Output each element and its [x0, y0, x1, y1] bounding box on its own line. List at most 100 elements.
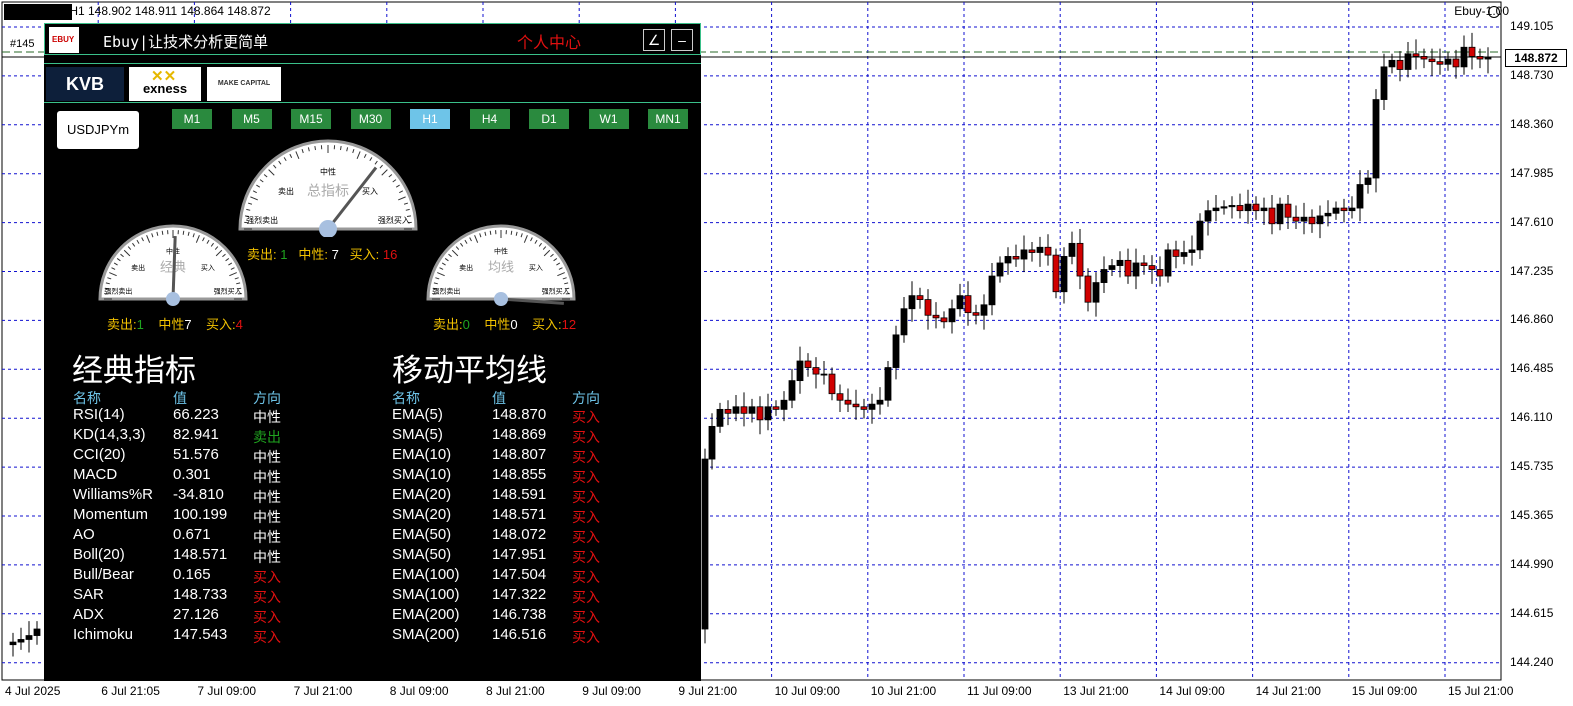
exness-logo[interactable]: ✕✕ exness: [129, 67, 201, 101]
gauge-scale-label: 卖出: [459, 263, 473, 272]
indicator-name: Ichimoku: [73, 626, 134, 643]
candle-body: [1396, 59, 1404, 70]
indicator-value: -34.810: [173, 486, 224, 503]
time-label: 4 Jul 2025: [5, 684, 61, 698]
candle-body: [1452, 58, 1460, 68]
indicator-name: Momentum: [73, 506, 149, 523]
candle-body: [716, 408, 724, 427]
candle-body: [701, 458, 709, 630]
indicator-value: 148.870: [492, 406, 547, 423]
candle-body: [852, 403, 860, 408]
time-label: 14 Jul 09:00: [1159, 684, 1225, 698]
indicator-value: 0.671: [173, 526, 211, 543]
candle-body: [1076, 242, 1084, 277]
candle-body: [1364, 177, 1372, 185]
candle-body: [1348, 207, 1356, 212]
candle-body: [788, 380, 796, 401]
candle-body: [884, 367, 892, 401]
personal-center-link[interactable]: 个人中心: [517, 29, 581, 53]
indicator-settings-icon[interactable]: [1488, 6, 1500, 18]
indicator-name: SMA(100): [392, 586, 460, 603]
candle-body: [836, 393, 844, 401]
candle-body: [1084, 275, 1092, 303]
candle-body: [1028, 249, 1036, 253]
candle-body: [1132, 262, 1140, 277]
time-label: 15 Jul 21:00: [1448, 684, 1514, 698]
price-level-label: 146.860: [1510, 312, 1554, 327]
candle-body: [1316, 215, 1324, 225]
gauge-scale-label: 买入: [529, 264, 543, 272]
candle-body: [780, 399, 788, 410]
price-level-label: 147.235: [1510, 263, 1554, 278]
timeframe-button-h4[interactable]: H4: [469, 109, 510, 129]
candle-body: [940, 317, 948, 323]
indicator-name: CCI(20): [73, 446, 126, 463]
makecapital-logo[interactable]: MAKE CAPITAL: [207, 67, 281, 101]
gauge-scale-label: 强烈卖出: [104, 287, 132, 296]
candle-body: [932, 314, 940, 319]
candle-body: [1124, 259, 1132, 277]
indicator-name: SMA(20): [392, 506, 452, 523]
gauge-tick: [510, 230, 513, 235]
candle-body: [1196, 220, 1204, 251]
timeframe-button-m30[interactable]: M30: [350, 109, 391, 129]
candle-body: [828, 373, 836, 395]
indicator-value: 147.951: [492, 546, 547, 563]
candle-body: [1404, 53, 1412, 70]
candle-body: [1092, 282, 1100, 303]
symbol-selector[interactable]: USDJPYm: [57, 111, 139, 149]
order-tag: #145: [10, 38, 35, 50]
gauge-classic: 强烈卖出卖出中性买入强烈买入经典: [98, 224, 248, 306]
candle-body: [1204, 210, 1212, 222]
timeframe-button-m15[interactable]: M15: [291, 109, 331, 129]
minimize-button[interactable]: –: [671, 29, 693, 51]
timeframe-button-m1[interactable]: M1: [172, 109, 212, 129]
price-level-label: 146.110: [1510, 410, 1553, 425]
table-header: 值: [492, 390, 506, 406]
indicator-value: 27.126: [173, 606, 219, 623]
gauge-classic-counts: 卖出:1 中性7 买入:4: [107, 317, 243, 332]
indicator-name: SMA(200): [392, 626, 460, 643]
indicator-name: MACD: [73, 466, 118, 483]
timeframe-button-mn1[interactable]: MN1: [648, 109, 688, 129]
candle-body: [1140, 262, 1148, 266]
indicator-direction: 买入: [572, 569, 600, 585]
indicator-direction: 买入: [572, 509, 600, 525]
candle-body: [948, 308, 956, 323]
candle-body: [1212, 207, 1220, 212]
indicator-name: ADX: [73, 606, 104, 623]
timeframe-button-h1[interactable]: H1: [410, 109, 450, 129]
indicator-value: 148.869: [492, 426, 547, 443]
indicator-value: 66.223: [173, 406, 219, 423]
gauge-scale-label: 买入: [201, 264, 215, 272]
candle-body: [1188, 249, 1196, 253]
time-label: 15 Jul 09:00: [1351, 684, 1418, 698]
gauge-tick: [314, 145, 316, 151]
candle-body: [1284, 203, 1292, 218]
timeframe-button-m5[interactable]: M5: [231, 109, 272, 129]
indicator-direction: 买入: [572, 409, 600, 425]
candle-body: [748, 406, 756, 414]
indicator-name: EMA(20): [392, 486, 452, 503]
gauge-tick: [340, 145, 342, 151]
price-level-label: 144.615: [1510, 605, 1554, 620]
indicator-tag[interactable]: Ebuy-1.00: [1454, 4, 1509, 18]
timeframe-button-w1[interactable]: W1: [588, 109, 629, 129]
indicator-name: Bull/Bear: [73, 566, 134, 583]
candle-body: [740, 406, 748, 414]
candle-body: [9, 641, 17, 646]
indicator-direction: 买入: [572, 449, 600, 465]
candle-body: [764, 406, 772, 421]
panel-titlebar[interactable]: EBUY Ebuy|让技术分析更简单 个人中心 ∠ –: [44, 23, 701, 55]
gauge-overall: 强烈卖出 卖出 中性买入强烈买入 总指标: [238, 139, 418, 237]
timeframe-button-d1[interactable]: D1: [529, 109, 569, 129]
candle-body: [1300, 216, 1308, 222]
indicator-direction: 买入: [572, 489, 600, 505]
candle-body: [844, 399, 852, 405]
table-header: 方向: [253, 390, 281, 406]
kvb-logo[interactable]: KVB: [46, 67, 124, 101]
line-tool-button[interactable]: ∠: [643, 29, 665, 51]
gauge-scale-label: 中性: [166, 247, 180, 256]
indicator-direction: 买入: [253, 569, 281, 585]
indicator-name: EMA(50): [392, 526, 452, 543]
